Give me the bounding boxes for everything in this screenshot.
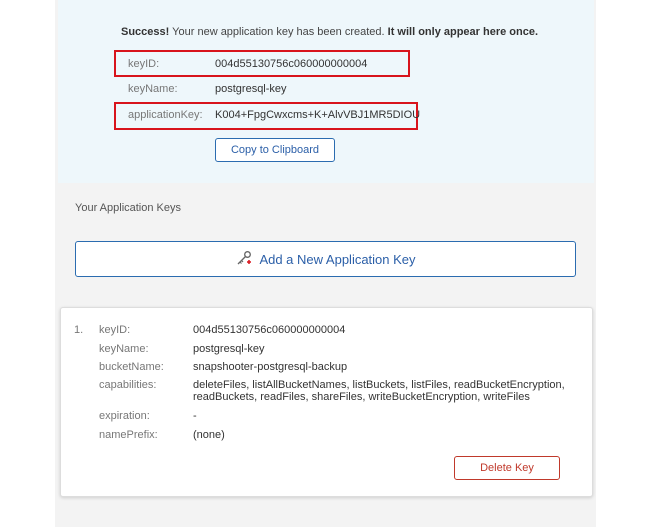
success-keyname-value: postgresql-key xyxy=(215,83,287,95)
capabilities-label: capabilities: xyxy=(99,379,157,391)
keyname-label: keyName: xyxy=(99,343,149,355)
copy-to-clipboard-button[interactable]: Copy to Clipboard xyxy=(215,138,335,162)
delete-key-button[interactable]: Delete Key xyxy=(454,456,560,480)
key-add-icon xyxy=(235,249,253,270)
success-text: Your new application key has been create… xyxy=(172,26,385,38)
keyid-label: keyID: xyxy=(99,324,131,336)
application-keys-heading: Your Application Keys xyxy=(75,202,181,214)
success-prefix: Success! xyxy=(121,26,170,38)
bucketname-label: bucketName: xyxy=(99,361,164,373)
nameprefix-label: namePrefix: xyxy=(99,429,158,441)
bucketname-value: snapshooter-postgresql-backup xyxy=(193,361,348,373)
keyname-value: postgresql-key xyxy=(193,343,265,355)
expiration-label: expiration: xyxy=(99,410,150,422)
success-keyid-label: keyID: xyxy=(128,58,160,70)
add-application-key-label: Add a New Application Key xyxy=(259,251,416,267)
keyid-value: 004d55130756c060000000004 xyxy=(193,324,346,336)
success-appkey-label: applicationKey: xyxy=(128,109,203,121)
success-message: Success! Your new application key has be… xyxy=(121,26,538,38)
success-keyid-value: 004d55130756c060000000004 xyxy=(215,58,368,70)
key-number: 1. xyxy=(74,324,84,336)
capabilities-value-line2: readBuckets, readFiles, shareFiles, writ… xyxy=(193,391,530,403)
expiration-value: - xyxy=(193,410,197,422)
success-emphasis: It will only appear here once. xyxy=(387,26,539,38)
add-application-key-button[interactable]: Add a New Application Key xyxy=(75,241,576,277)
nameprefix-value: (none) xyxy=(193,429,225,441)
success-keyname-label: keyName: xyxy=(128,83,178,95)
application-key-card: 1. keyID: 004d55130756c060000000004 keyN… xyxy=(60,307,593,497)
success-appkey-value: K004+FpgCwxcms+K+AlvVBJ1MR5DIOU xyxy=(215,109,421,121)
